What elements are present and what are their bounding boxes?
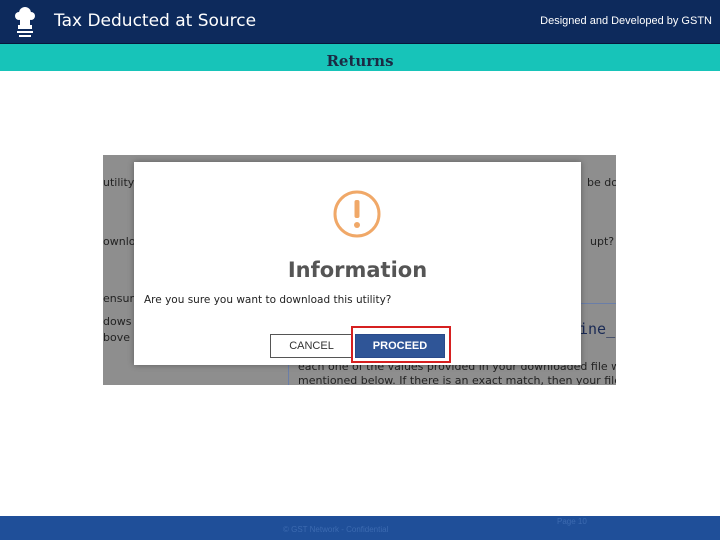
bg-fragment: upt? Cl [590,235,616,248]
bg-filename: ine_U [579,320,616,338]
dialog-title: Information [287,258,428,282]
bg-fragment: ensur [103,292,134,305]
dialog-message: Are you sure you want to download this u… [144,294,392,306]
proceed-highlight-box [351,326,451,363]
bg-fragment: bove [103,331,130,344]
bg-line: mentioned below. If there is an exact ma… [298,374,616,385]
footer-text: © GST Network - Confidential [283,525,389,534]
section-title: Returns [326,52,394,70]
page-number: Page 10 [557,517,587,526]
header-bar: Tax Deducted at Source Designed and Deve… [0,0,720,44]
national-emblem-icon [15,7,35,37]
bg-fragment: utility [103,176,135,189]
developer-credit: Designed and Developed by GSTN [540,15,712,27]
footer-bar: © GST Network - Confidential Page 10 [0,516,720,540]
app-title: Tax Deducted at Source [54,11,257,31]
exclamation-icon [333,190,381,238]
cancel-button[interactable]: CANCEL [270,334,353,358]
bg-fragment: be do [587,176,616,189]
